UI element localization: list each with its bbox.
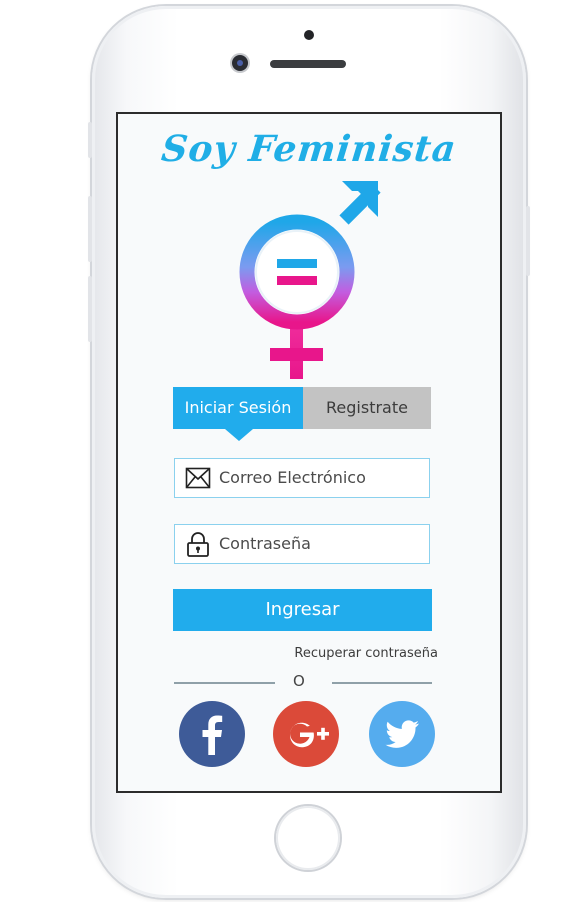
- email-field[interactable]: [174, 458, 430, 498]
- facebook-login-button[interactable]: [179, 701, 245, 767]
- volume-up-button: [88, 196, 92, 262]
- divider-label: O: [293, 672, 305, 690]
- app-screen: Soy Feminista Iniciar Sesión Registrate …: [116, 112, 502, 793]
- twitter-login-button[interactable]: [369, 701, 435, 767]
- earpiece-speaker: [270, 60, 346, 68]
- envelope-icon: [185, 467, 211, 489]
- recover-password-link[interactable]: Recuperar contraseña: [294, 646, 438, 661]
- facebook-icon: [202, 715, 223, 755]
- power-button: [526, 206, 530, 276]
- password-field[interactable]: [174, 524, 430, 564]
- google-plus-icon: [290, 722, 329, 748]
- password-input[interactable]: [219, 525, 424, 562]
- google-plus-login-button[interactable]: [273, 701, 339, 767]
- ingresar-button[interactable]: Ingresar: [173, 589, 432, 631]
- active-tab-pointer: [225, 429, 253, 441]
- home-button[interactable]: [276, 806, 340, 870]
- front-camera: [232, 55, 248, 71]
- gender-equality-logo-icon: [239, 181, 381, 379]
- divider-line-right: [332, 682, 432, 684]
- tab-iniciar-sesion[interactable]: Iniciar Sesión: [173, 387, 303, 429]
- auth-tabs: Iniciar Sesión Registrate: [173, 387, 431, 441]
- tab-registrate[interactable]: Registrate: [303, 387, 431, 429]
- lock-icon: [187, 532, 209, 557]
- proximity-sensor: [304, 30, 314, 40]
- app-title: Soy Feminista: [159, 128, 459, 170]
- divider-line-left: [174, 682, 275, 684]
- twitter-icon: [385, 720, 419, 748]
- mute-switch: [88, 122, 92, 158]
- volume-down-button: [88, 276, 92, 342]
- email-input[interactable]: [219, 459, 424, 496]
